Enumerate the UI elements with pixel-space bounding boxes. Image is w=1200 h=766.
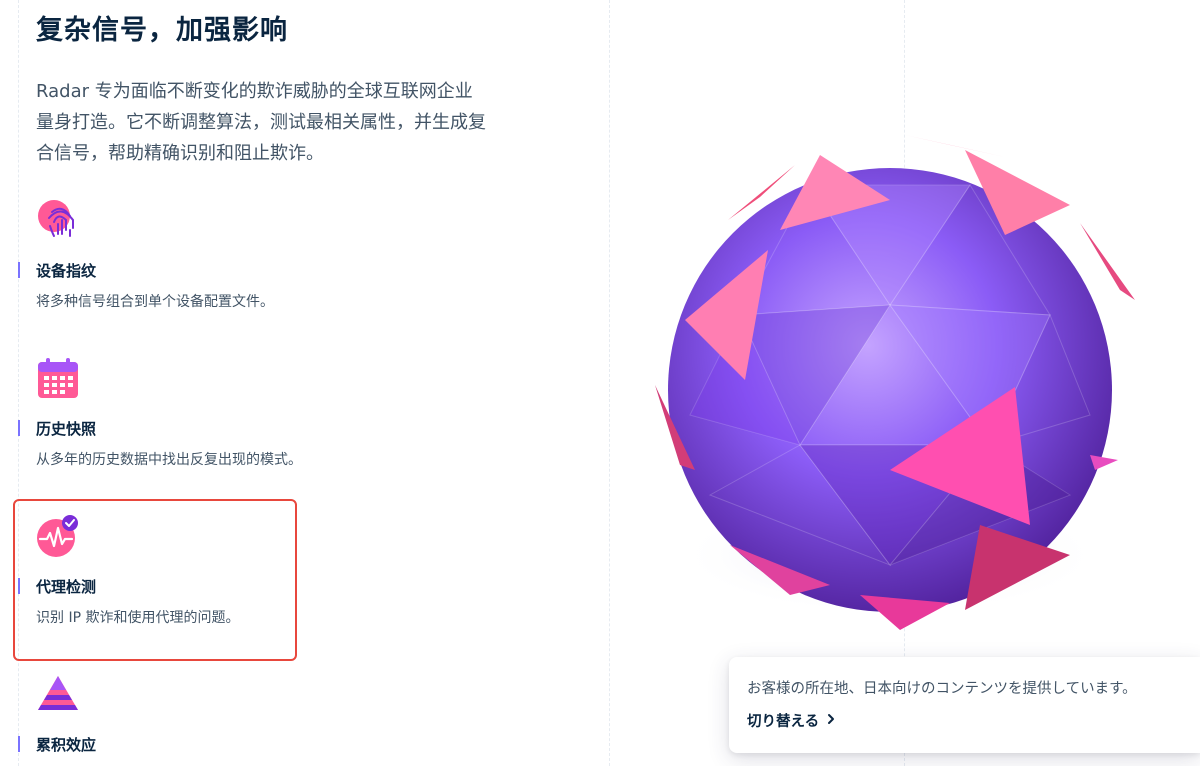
region-notice-toast: お客様の所在地、日本向けのコンテンツを提供しています。 切り替える — [729, 657, 1200, 753]
switch-region-link[interactable]: 切り替える — [747, 710, 835, 731]
section-title: 复杂信号，加强影响 — [36, 15, 288, 46]
calendar-icon — [36, 356, 80, 400]
fingerprint-icon — [36, 198, 80, 242]
highlight-annotation — [13, 499, 297, 661]
layout-guide — [609, 0, 610, 766]
feature-device-fingerprint: 设备指纹 将多种信号组合到单个设备配置文件。 — [18, 198, 456, 310]
feature-title: 设备指纹 — [36, 262, 97, 280]
radar-sphere-illustration — [650, 125, 1150, 645]
feature-title: 累积效应 — [36, 736, 97, 754]
feature-title: 历史快照 — [36, 420, 97, 438]
section-intro: Radar 专为面临不断变化的欺诈威胁的全球互联网企业量身打造。它不断调整算法，… — [36, 81, 486, 164]
feature-cumulative-effect: 累积效应 — [18, 672, 456, 754]
feature-indicator — [18, 420, 20, 436]
feature-description: 从多年的历史数据中找出反复出现的模式。 — [36, 452, 302, 468]
chevron-right-icon — [827, 713, 835, 729]
feature-historical-snapshot: 历史快照 从多年的历史数据中找出反复出现的模式。 — [18, 356, 456, 468]
feature-description: 将多种信号组合到单个设备配置文件。 — [36, 294, 274, 310]
layered-pyramid-icon — [36, 672, 80, 716]
switch-region-label: 切り替える — [747, 714, 820, 730]
feature-indicator — [18, 736, 20, 752]
feature-indicator — [18, 262, 20, 278]
region-notice-message: お客様の所在地、日本向けのコンテンツを提供しています。 — [747, 681, 1137, 697]
